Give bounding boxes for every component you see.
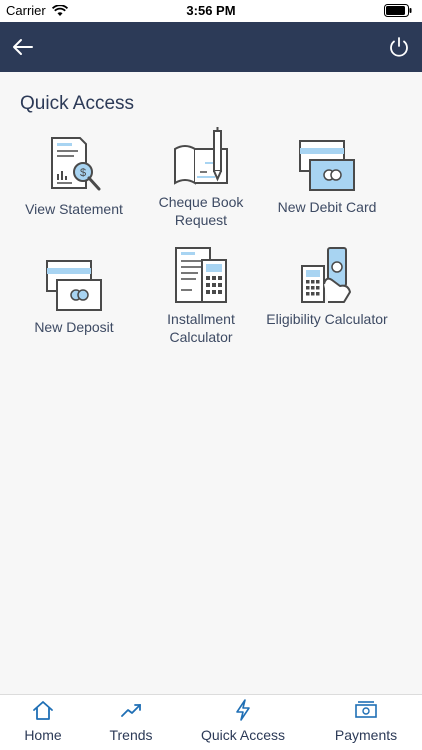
power-icon[interactable] xyxy=(386,34,412,60)
svg-text:$: $ xyxy=(80,167,86,179)
trends-icon xyxy=(121,704,141,717)
tile-label: Eligibility Calculator xyxy=(266,311,388,327)
eligibility-calculator-icon xyxy=(301,247,351,303)
tile-eligibility-calculator[interactable]: Eligibility Calculator xyxy=(262,246,392,328)
tile-cheque-book-request[interactable]: Cheque Book Request xyxy=(136,127,266,229)
tab-quick-access[interactable]: Quick Access xyxy=(198,695,288,750)
tab-label: Trends xyxy=(109,727,153,743)
tab-label: Home xyxy=(24,727,62,743)
deposit-icon xyxy=(46,260,102,311)
tile-label: New Debit Card xyxy=(277,199,377,215)
tab-trends[interactable]: Trends xyxy=(86,695,176,750)
tile-label: Installment Calculator xyxy=(167,311,235,345)
tile-new-deposit[interactable]: New Deposit xyxy=(9,258,139,336)
tile-view-statement[interactable]: $ View Statement xyxy=(9,136,139,218)
tab-label: Payments xyxy=(334,727,398,743)
tab-label: Quick Access xyxy=(200,727,286,743)
tile-new-debit-card[interactable]: New Debit Card xyxy=(262,138,392,216)
battery-icon xyxy=(384,4,412,17)
tab-payments[interactable]: Payments xyxy=(321,695,411,750)
tile-label: Cheque Book Request xyxy=(158,194,244,228)
payments-icon xyxy=(355,701,377,718)
tile-label: View Statement xyxy=(25,201,123,217)
installment-calculator-icon xyxy=(175,247,227,303)
status-bar: Carrier 3:56 PM xyxy=(0,0,422,22)
page-title: Quick Access xyxy=(20,93,135,114)
debit-card-icon xyxy=(299,140,355,191)
tab-bar: Home Trends Quick Access Payments xyxy=(0,694,422,750)
back-arrow-icon[interactable] xyxy=(10,34,36,60)
lightning-icon xyxy=(236,699,250,721)
statement-icon: $ xyxy=(51,137,101,191)
tile-label: New Deposit xyxy=(34,319,114,335)
cheque-book-icon xyxy=(174,127,228,185)
tile-installment-calculator[interactable]: Installment Calculator xyxy=(136,246,266,346)
nav-bar xyxy=(0,22,422,72)
tab-home[interactable]: Home xyxy=(0,695,88,750)
status-time: 3:56 PM xyxy=(186,3,236,18)
home-icon xyxy=(33,701,53,720)
